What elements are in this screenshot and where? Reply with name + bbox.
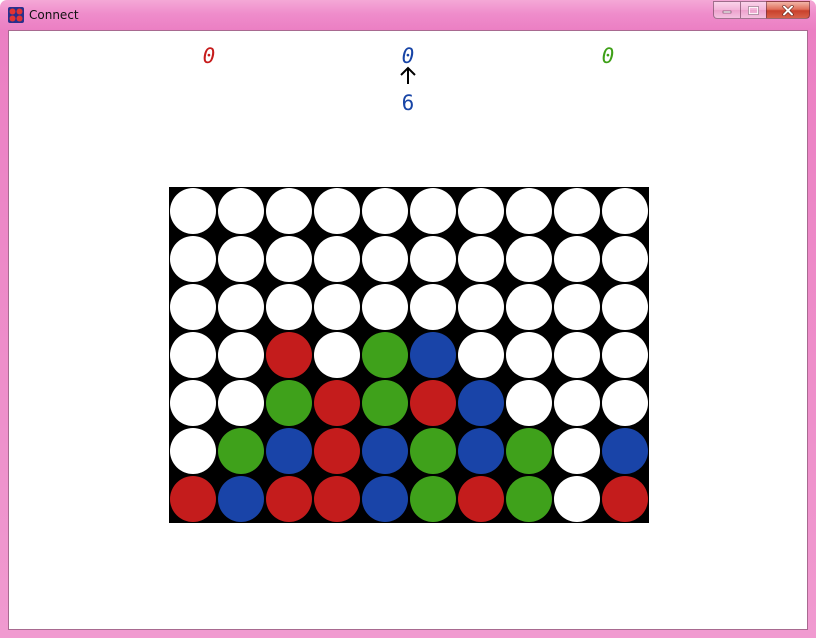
board-cell-red[interactable] <box>410 380 456 426</box>
board-cell-empty[interactable] <box>362 188 408 234</box>
board-cell-empty[interactable] <box>362 284 408 330</box>
board-cell-empty[interactable] <box>506 380 552 426</box>
board-cell-red[interactable] <box>170 476 216 522</box>
board-cell-red[interactable] <box>314 428 360 474</box>
board-cell-empty[interactable] <box>314 188 360 234</box>
board-cell-green[interactable] <box>266 380 312 426</box>
game-area: 0 0 0 6 <box>8 30 808 630</box>
board-cell-empty[interactable] <box>554 476 600 522</box>
maximize-button[interactable] <box>740 1 766 19</box>
board-cell-green[interactable] <box>506 476 552 522</box>
board-cell-empty[interactable] <box>506 332 552 378</box>
board-cell-empty[interactable] <box>602 332 648 378</box>
board-cell-empty[interactable] <box>410 188 456 234</box>
board-cell-green[interactable] <box>362 380 408 426</box>
app-window: Connect 0 0 0 6 <box>0 0 816 638</box>
up-arrow-icon <box>400 66 416 84</box>
board-cell-empty[interactable] <box>170 380 216 426</box>
board-cell-empty[interactable] <box>506 284 552 330</box>
board-cell-blue[interactable] <box>458 380 504 426</box>
board-cell-empty[interactable] <box>554 428 600 474</box>
board-cell-empty[interactable] <box>602 188 648 234</box>
board-cell-red[interactable] <box>458 476 504 522</box>
board-cell-green[interactable] <box>218 428 264 474</box>
board-cell-empty[interactable] <box>314 332 360 378</box>
board-cell-empty[interactable] <box>458 284 504 330</box>
board-cell-blue[interactable] <box>362 476 408 522</box>
board-cell-blue[interactable] <box>458 428 504 474</box>
score-green: 0 <box>601 44 615 68</box>
board-cell-empty[interactable] <box>170 284 216 330</box>
board-cell-blue[interactable] <box>266 428 312 474</box>
board-cell-empty[interactable] <box>170 236 216 282</box>
board-cell-empty[interactable] <box>554 188 600 234</box>
board-cell-empty[interactable] <box>170 188 216 234</box>
board-cell-blue[interactable] <box>602 428 648 474</box>
board-cell-empty[interactable] <box>266 236 312 282</box>
board-cell-empty[interactable] <box>266 188 312 234</box>
board-cell-empty[interactable] <box>602 236 648 282</box>
board-cell-green[interactable] <box>506 428 552 474</box>
board-cell-empty[interactable] <box>458 332 504 378</box>
board-cell-blue[interactable] <box>362 428 408 474</box>
board-cell-blue[interactable] <box>410 332 456 378</box>
board-cell-empty[interactable] <box>602 380 648 426</box>
caption-buttons <box>713 1 810 20</box>
board-cell-empty[interactable] <box>218 380 264 426</box>
board-cell-red[interactable] <box>266 332 312 378</box>
board-cell-empty[interactable] <box>170 332 216 378</box>
score-red: 0 <box>202 44 216 68</box>
board-cell-empty[interactable] <box>170 428 216 474</box>
board-cell-empty[interactable] <box>314 236 360 282</box>
board-cell-empty[interactable] <box>362 236 408 282</box>
board-cell-empty[interactable] <box>506 188 552 234</box>
minimize-button[interactable] <box>713 1 740 19</box>
board-cell-blue[interactable] <box>218 476 264 522</box>
close-icon <box>782 4 794 16</box>
board-cell-green[interactable] <box>410 476 456 522</box>
board-cell-empty[interactable] <box>218 236 264 282</box>
board-cell-empty[interactable] <box>410 284 456 330</box>
board-cell-empty[interactable] <box>554 380 600 426</box>
board-cell-empty[interactable] <box>506 236 552 282</box>
move-counter: 6 <box>401 91 415 115</box>
board-cell-empty[interactable] <box>602 284 648 330</box>
board-cell-empty[interactable] <box>218 284 264 330</box>
board-cell-red[interactable] <box>314 476 360 522</box>
board-cell-green[interactable] <box>410 428 456 474</box>
board-cell-empty[interactable] <box>554 284 600 330</box>
minimize-icon <box>722 10 732 14</box>
board-cell-empty[interactable] <box>266 284 312 330</box>
board-cell-empty[interactable] <box>458 236 504 282</box>
board-cell-red[interactable] <box>266 476 312 522</box>
board-cell-empty[interactable] <box>554 236 600 282</box>
board-cell-empty[interactable] <box>218 188 264 234</box>
board-cell-empty[interactable] <box>554 332 600 378</box>
board-cell-empty[interactable] <box>410 236 456 282</box>
title-bar[interactable]: Connect <box>0 0 816 30</box>
board-cell-green[interactable] <box>362 332 408 378</box>
board-cell-red[interactable] <box>602 476 648 522</box>
board-cell-red[interactable] <box>314 380 360 426</box>
board-cell-empty[interactable] <box>218 332 264 378</box>
game-board[interactable] <box>169 187 649 523</box>
close-button[interactable] <box>766 1 810 19</box>
board-cell-empty[interactable] <box>458 188 504 234</box>
window-title: Connect <box>29 8 79 22</box>
board-cell-empty[interactable] <box>314 284 360 330</box>
maximize-icon <box>748 5 759 15</box>
app-icon <box>8 7 24 23</box>
